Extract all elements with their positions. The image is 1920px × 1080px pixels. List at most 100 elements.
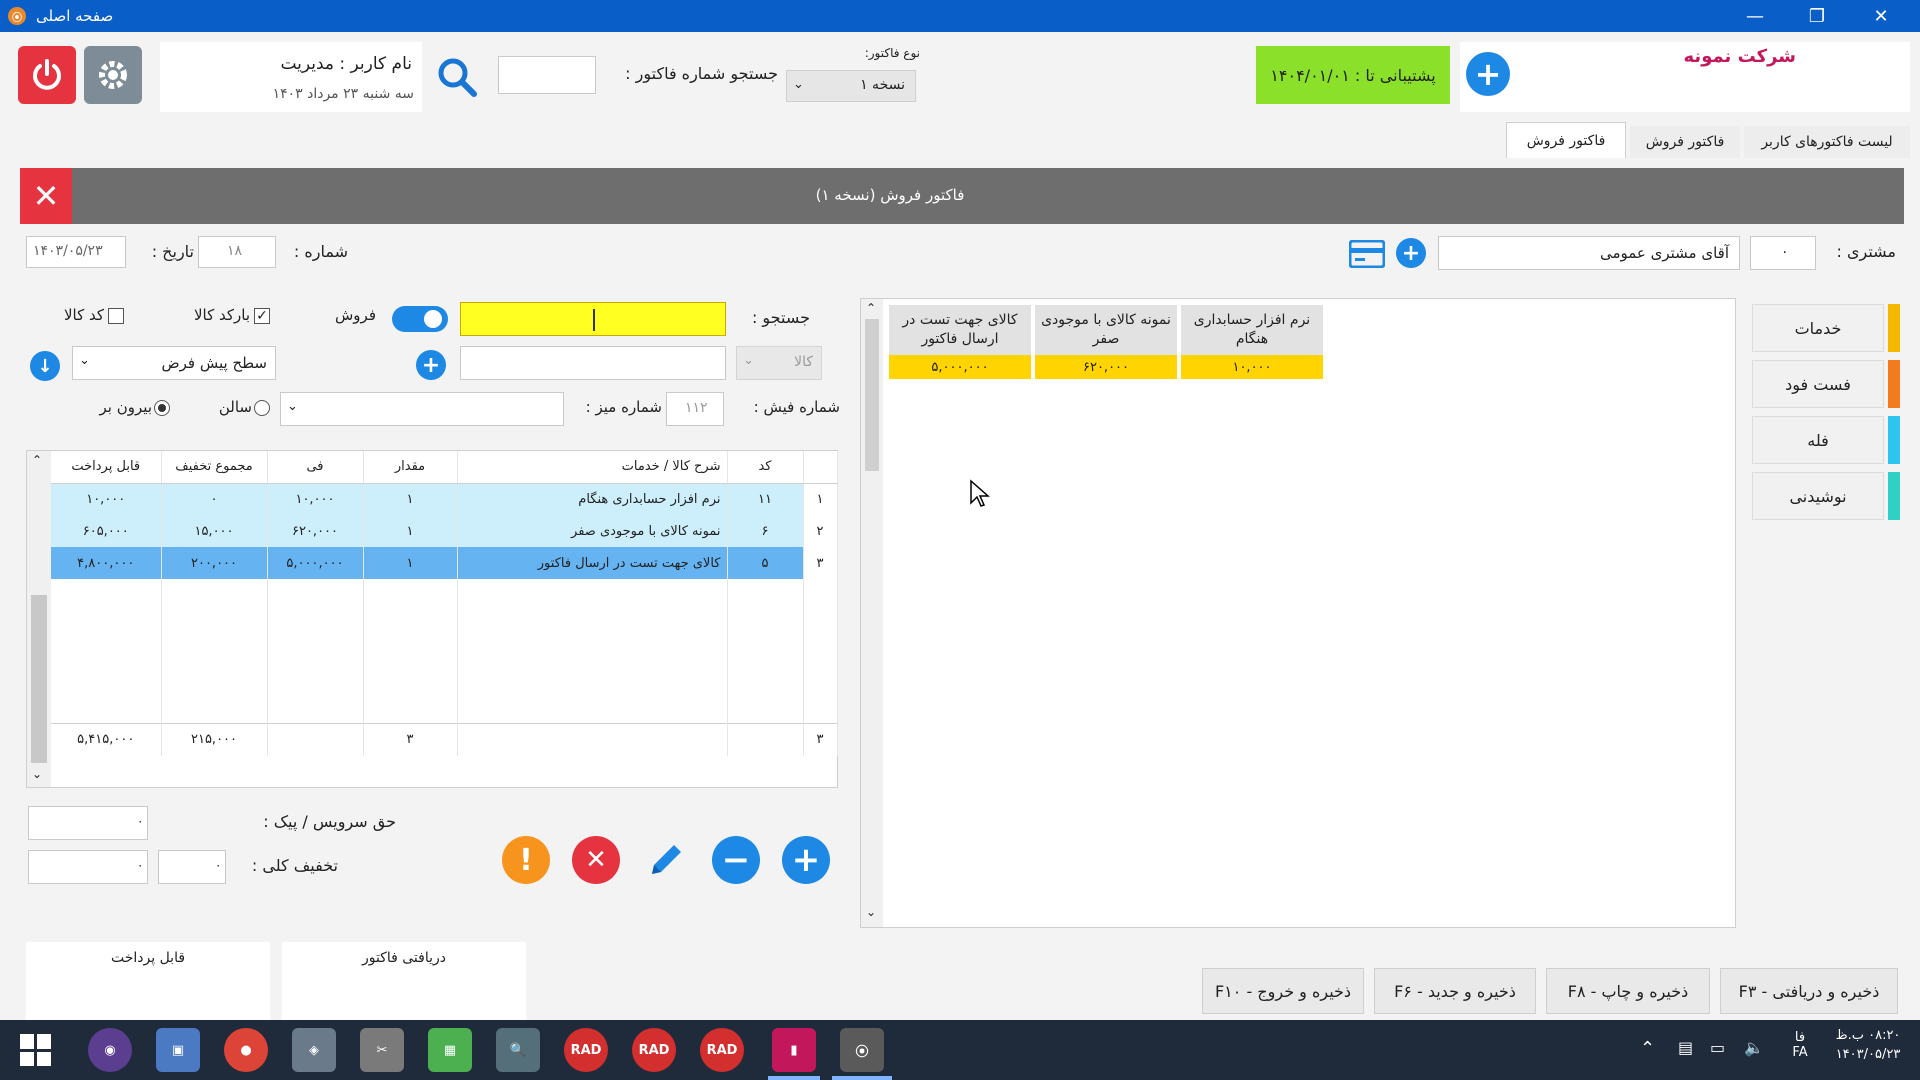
item-input[interactable] [460, 346, 726, 380]
chrome-icon[interactable]: ● [224, 1028, 268, 1072]
grid-header-desc[interactable]: شرح کالا / خدمات [457, 451, 728, 484]
grid-scrollbar[interactable]: ⌃ ⌄ [27, 451, 51, 787]
scroll-thumb[interactable] [31, 595, 47, 763]
tab-sales-invoice-2[interactable]: فاکتور فروش [1506, 122, 1626, 158]
exclamation-icon: ! [519, 842, 533, 878]
download-button[interactable]: ↓ [30, 351, 60, 381]
receipt-field[interactable]: ۱۱۲ [666, 392, 724, 426]
table-row[interactable]: ۱ ۱۱ نرم افزار حسابداری هنگام ۱ ۱۰,۰۰۰ ۰… [51, 483, 838, 515]
products-scrollbar[interactable]: ⌃ ⌄ [861, 299, 883, 927]
rad-studio-icon-1[interactable]: RAD [564, 1028, 608, 1072]
table-select[interactable]: ⌄ [280, 392, 564, 426]
language-indicator[interactable]: فا FA [1786, 1030, 1814, 1060]
app2-icon[interactable]: ◈ [292, 1028, 336, 1072]
category-services[interactable]: خدمات [1752, 304, 1884, 352]
clock[interactable]: ۰۸:۲۰ ب.ظ ۱۴۰۳/۰۵/۲۳ [1822, 1028, 1914, 1062]
customer-code-field[interactable]: ۰ [1750, 236, 1816, 270]
scroll-up-icon[interactable]: ⌃ [866, 301, 876, 315]
table-row[interactable]: ۲ ۶ نمونه کالای با موجودی صفر ۱ ۶۲۰,۰۰۰ … [51, 515, 838, 547]
invoice-number-input[interactable] [498, 56, 596, 94]
invoice-type-value: نسخه ۱ [860, 77, 905, 93]
scroll-down-icon[interactable]: ⌄ [866, 905, 876, 919]
grid-header-payable[interactable]: قابل پرداخت [51, 451, 162, 484]
restore-button[interactable]: ❐ [1786, 0, 1848, 32]
taskbar: ◉ ▣ ● ◈ ✂ ▦ 🔍 RAD RAD RAD ▮ ⦿ ⌃ ▤ ▭ 🔈 فا… [0, 1020, 1920, 1080]
add-button[interactable]: + [1466, 52, 1510, 96]
app5-icon[interactable]: ⦿ [840, 1028, 884, 1072]
sql-icon[interactable]: 🔍 [496, 1028, 540, 1072]
volume-icon[interactable]: 🔈 [1744, 1038, 1764, 1057]
decrease-qty-button[interactable]: − [712, 836, 760, 884]
search-icon [438, 58, 477, 97]
settings-button[interactable] [84, 46, 142, 104]
category-bulk[interactable]: فله [1752, 416, 1884, 464]
github-icon[interactable]: ◉ [88, 1028, 132, 1072]
close-form-button[interactable]: ✕ [20, 168, 72, 224]
warning-button[interactable]: ! [502, 836, 550, 884]
card-button[interactable] [1348, 238, 1386, 270]
category-fastfood[interactable]: فست فود [1752, 360, 1884, 408]
scroll-down-icon[interactable]: ⌄ [32, 767, 42, 781]
kala-select[interactable]: ⌄ کالا [736, 346, 822, 380]
category-drinks[interactable]: نوشیدنی [1752, 472, 1884, 520]
customer-name-field[interactable]: آقای مشتری عمومی [1438, 236, 1740, 270]
tray-chevron-icon[interactable]: ⌃ [1640, 1038, 1655, 1059]
customer-label: مشتری : [1836, 242, 1897, 261]
grid-header-discount[interactable]: مجموع تخفیف [161, 451, 268, 484]
price-level-select[interactable]: ⌄ سطح پیش فرض [72, 346, 276, 380]
row-qty: ۱ [363, 515, 458, 547]
tray-device-icon[interactable]: ▤ [1678, 1038, 1693, 1057]
minimize-button[interactable]: — [1724, 0, 1786, 32]
code-checkbox[interactable] [108, 308, 124, 324]
sale-toggle[interactable] [392, 306, 448, 332]
grid-header-price[interactable]: فی [267, 451, 364, 484]
service-fee-field[interactable]: ۰ [28, 806, 148, 840]
grid-body: کد شرح کالا / خدمات مقدار فی مجموع تخفیف… [51, 451, 838, 756]
grid-header-code[interactable]: کد [727, 451, 804, 484]
barcode-checkbox[interactable]: ✓ [254, 308, 270, 324]
service-fee-value: ۰ [137, 814, 144, 828]
add-customer-button[interactable]: + [1396, 238, 1426, 268]
product-card[interactable]: کالای جهت تست در ارسال فاکتور ۵,۰۰۰,۰۰۰ [889, 305, 1031, 379]
product-search-input[interactable] [460, 302, 726, 336]
scroll-up-icon[interactable]: ⌃ [32, 453, 42, 467]
payable-label: قابل پرداخت [110, 950, 186, 966]
scroll-thumb[interactable] [865, 319, 879, 471]
date-field[interactable]: ۱۴۰۳/۰۵/۲۳ [26, 236, 126, 268]
product-card[interactable]: نمونه کالای با موجودی صفر ۶۲۰,۰۰۰ [1035, 305, 1177, 379]
discount-percent-field[interactable]: ۰ [158, 850, 226, 884]
power-button[interactable] [18, 46, 76, 104]
rad-studio-icon-3[interactable]: RAD [700, 1028, 744, 1072]
app3-icon[interactable]: ▦ [428, 1028, 472, 1072]
add-item-button[interactable]: + [416, 350, 446, 380]
credit-card-icon [1349, 240, 1385, 268]
edit-row-button[interactable] [642, 836, 690, 884]
number-field[interactable]: ۱۸ [198, 236, 276, 268]
network-icon[interactable]: ▭ [1710, 1038, 1725, 1057]
app4-icon[interactable]: ▮ [772, 1028, 816, 1072]
save-print-button[interactable]: ذخیره و چاپ - F۸ [1546, 968, 1710, 1014]
start-button[interactable] [20, 1034, 52, 1066]
arrow-down-icon: ↓ [37, 355, 53, 377]
close-window-button[interactable]: ✕ [1850, 0, 1912, 32]
save-receive-button[interactable]: ذخیره و دریافتی - F۳ [1720, 968, 1898, 1014]
total-discount-field[interactable]: ۰ [28, 850, 148, 884]
increase-qty-button[interactable]: + [782, 836, 830, 884]
save-exit-button[interactable]: ذخیره و خروج - F۱۰ [1202, 968, 1364, 1014]
tab-sales-invoice-1[interactable]: فاکتور فروش [1630, 126, 1740, 158]
tab-user-invoices[interactable]: لیست فاکتورهای کاربر [1744, 126, 1910, 158]
save-new-button[interactable]: ذخیره و جدید - F۶ [1374, 968, 1536, 1014]
tools-icon[interactable]: ✂ [360, 1028, 404, 1072]
delete-row-button[interactable]: ✕ [572, 836, 620, 884]
hall-radio[interactable] [254, 400, 270, 416]
grid-header-qty[interactable]: مقدار [363, 451, 458, 484]
rad-studio-icon-2[interactable]: RAD [632, 1028, 676, 1072]
invoice-type-select[interactable]: ⌄ نسخه ۱ [786, 70, 916, 102]
table-row-selected[interactable]: ۳ ۵ کالای جهت تست در ارسال فاکتور ۱ ۵,۰۰… [51, 547, 838, 579]
category-color-bar [1888, 360, 1900, 408]
app-icon[interactable]: ▣ [156, 1028, 200, 1072]
takeout-radio[interactable] [154, 400, 170, 416]
product-card[interactable]: نرم افزار حسابداری هنگام ۱۰,۰۰۰ [1181, 305, 1323, 379]
footer-empty [727, 723, 804, 756]
search-invoice-button[interactable] [432, 52, 482, 102]
